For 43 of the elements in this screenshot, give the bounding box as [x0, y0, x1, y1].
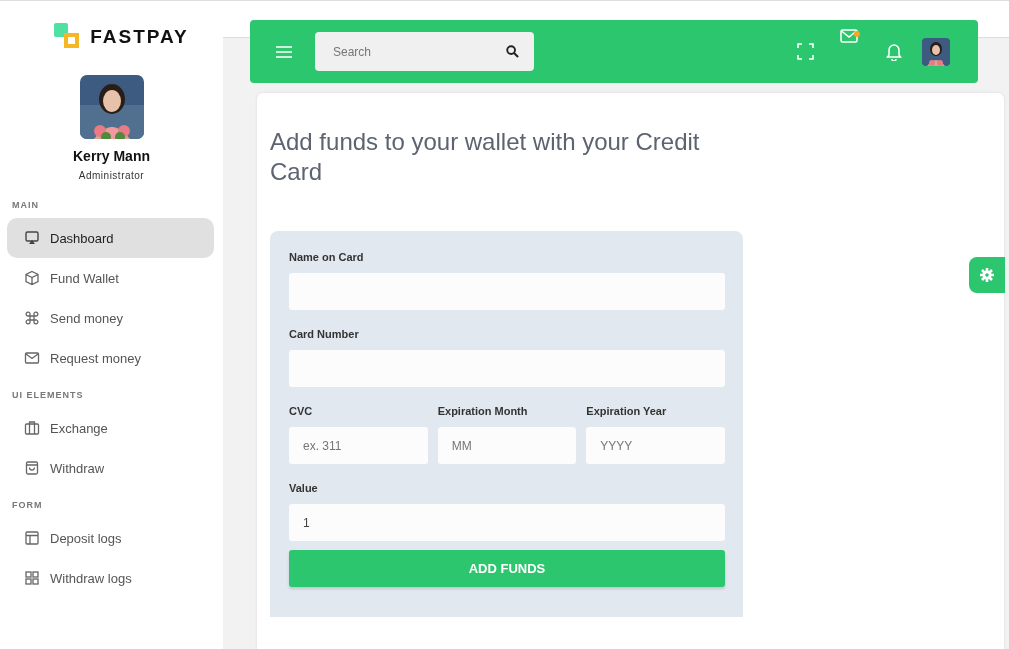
settings-button[interactable] — [969, 257, 1005, 293]
section-heading: FORM — [11, 499, 44, 512]
input-field[interactable] — [289, 350, 725, 387]
sidebar-item[interactable]: Dashboard — [7, 218, 214, 258]
field-label: Name on Card — [289, 251, 365, 263]
profile-role: Administrator — [78, 170, 145, 181]
page-title: Add funds to your wallet with your Credit Card — [270, 127, 701, 187]
bell-icon[interactable] — [886, 42, 902, 61]
search-field[interactable]: Search — [315, 32, 534, 71]
section-heading: UI ELEMENTS — [11, 389, 85, 402]
input-field[interactable]: MM — [437, 427, 577, 464]
sidebar-item[interactable]: Send money — [7, 298, 214, 338]
sidebar-item[interactable]: Request money — [7, 338, 214, 378]
field-label: Card Number — [289, 328, 360, 340]
input-field[interactable]: 1 — [289, 504, 725, 541]
menu-icon[interactable] — [275, 44, 293, 59]
sidebar-item[interactable]: Withdraw — [7, 448, 214, 488]
brand-name: FASTPAY — [90, 26, 189, 48]
search-icon[interactable] — [506, 45, 519, 58]
sidebar-item[interactable]: Withdraw logs — [7, 558, 214, 598]
mail-icon — [24, 350, 40, 366]
input-field[interactable]: YYYY — [586, 427, 725, 464]
input-field[interactable]: ex. 311 — [289, 427, 428, 464]
sidebar-item[interactable]: Fund Wallet — [7, 258, 214, 298]
sidebar-item[interactable]: Exchange — [7, 408, 214, 448]
mail-icon[interactable] — [840, 28, 860, 44]
command-icon — [24, 310, 40, 326]
briefcase-icon — [24, 420, 40, 436]
grid-icon — [24, 570, 40, 586]
field-label: Value — [289, 482, 319, 494]
field-label: Expiration Year — [586, 405, 668, 417]
profile-name: Kerry Mann — [73, 148, 150, 164]
layout-icon — [24, 530, 40, 546]
bag-icon — [24, 460, 40, 476]
field-label: CVC — [289, 405, 314, 417]
monitor-icon — [24, 230, 40, 246]
settings-icon — [980, 268, 994, 282]
field-label: Expiration Month — [437, 405, 529, 417]
cube-icon — [24, 270, 40, 286]
fullscreen-icon[interactable] — [797, 43, 814, 60]
input-field[interactable] — [289, 273, 725, 310]
section-heading: MAIN — [11, 199, 40, 212]
sidebar-item[interactable]: Deposit logs — [7, 518, 214, 558]
